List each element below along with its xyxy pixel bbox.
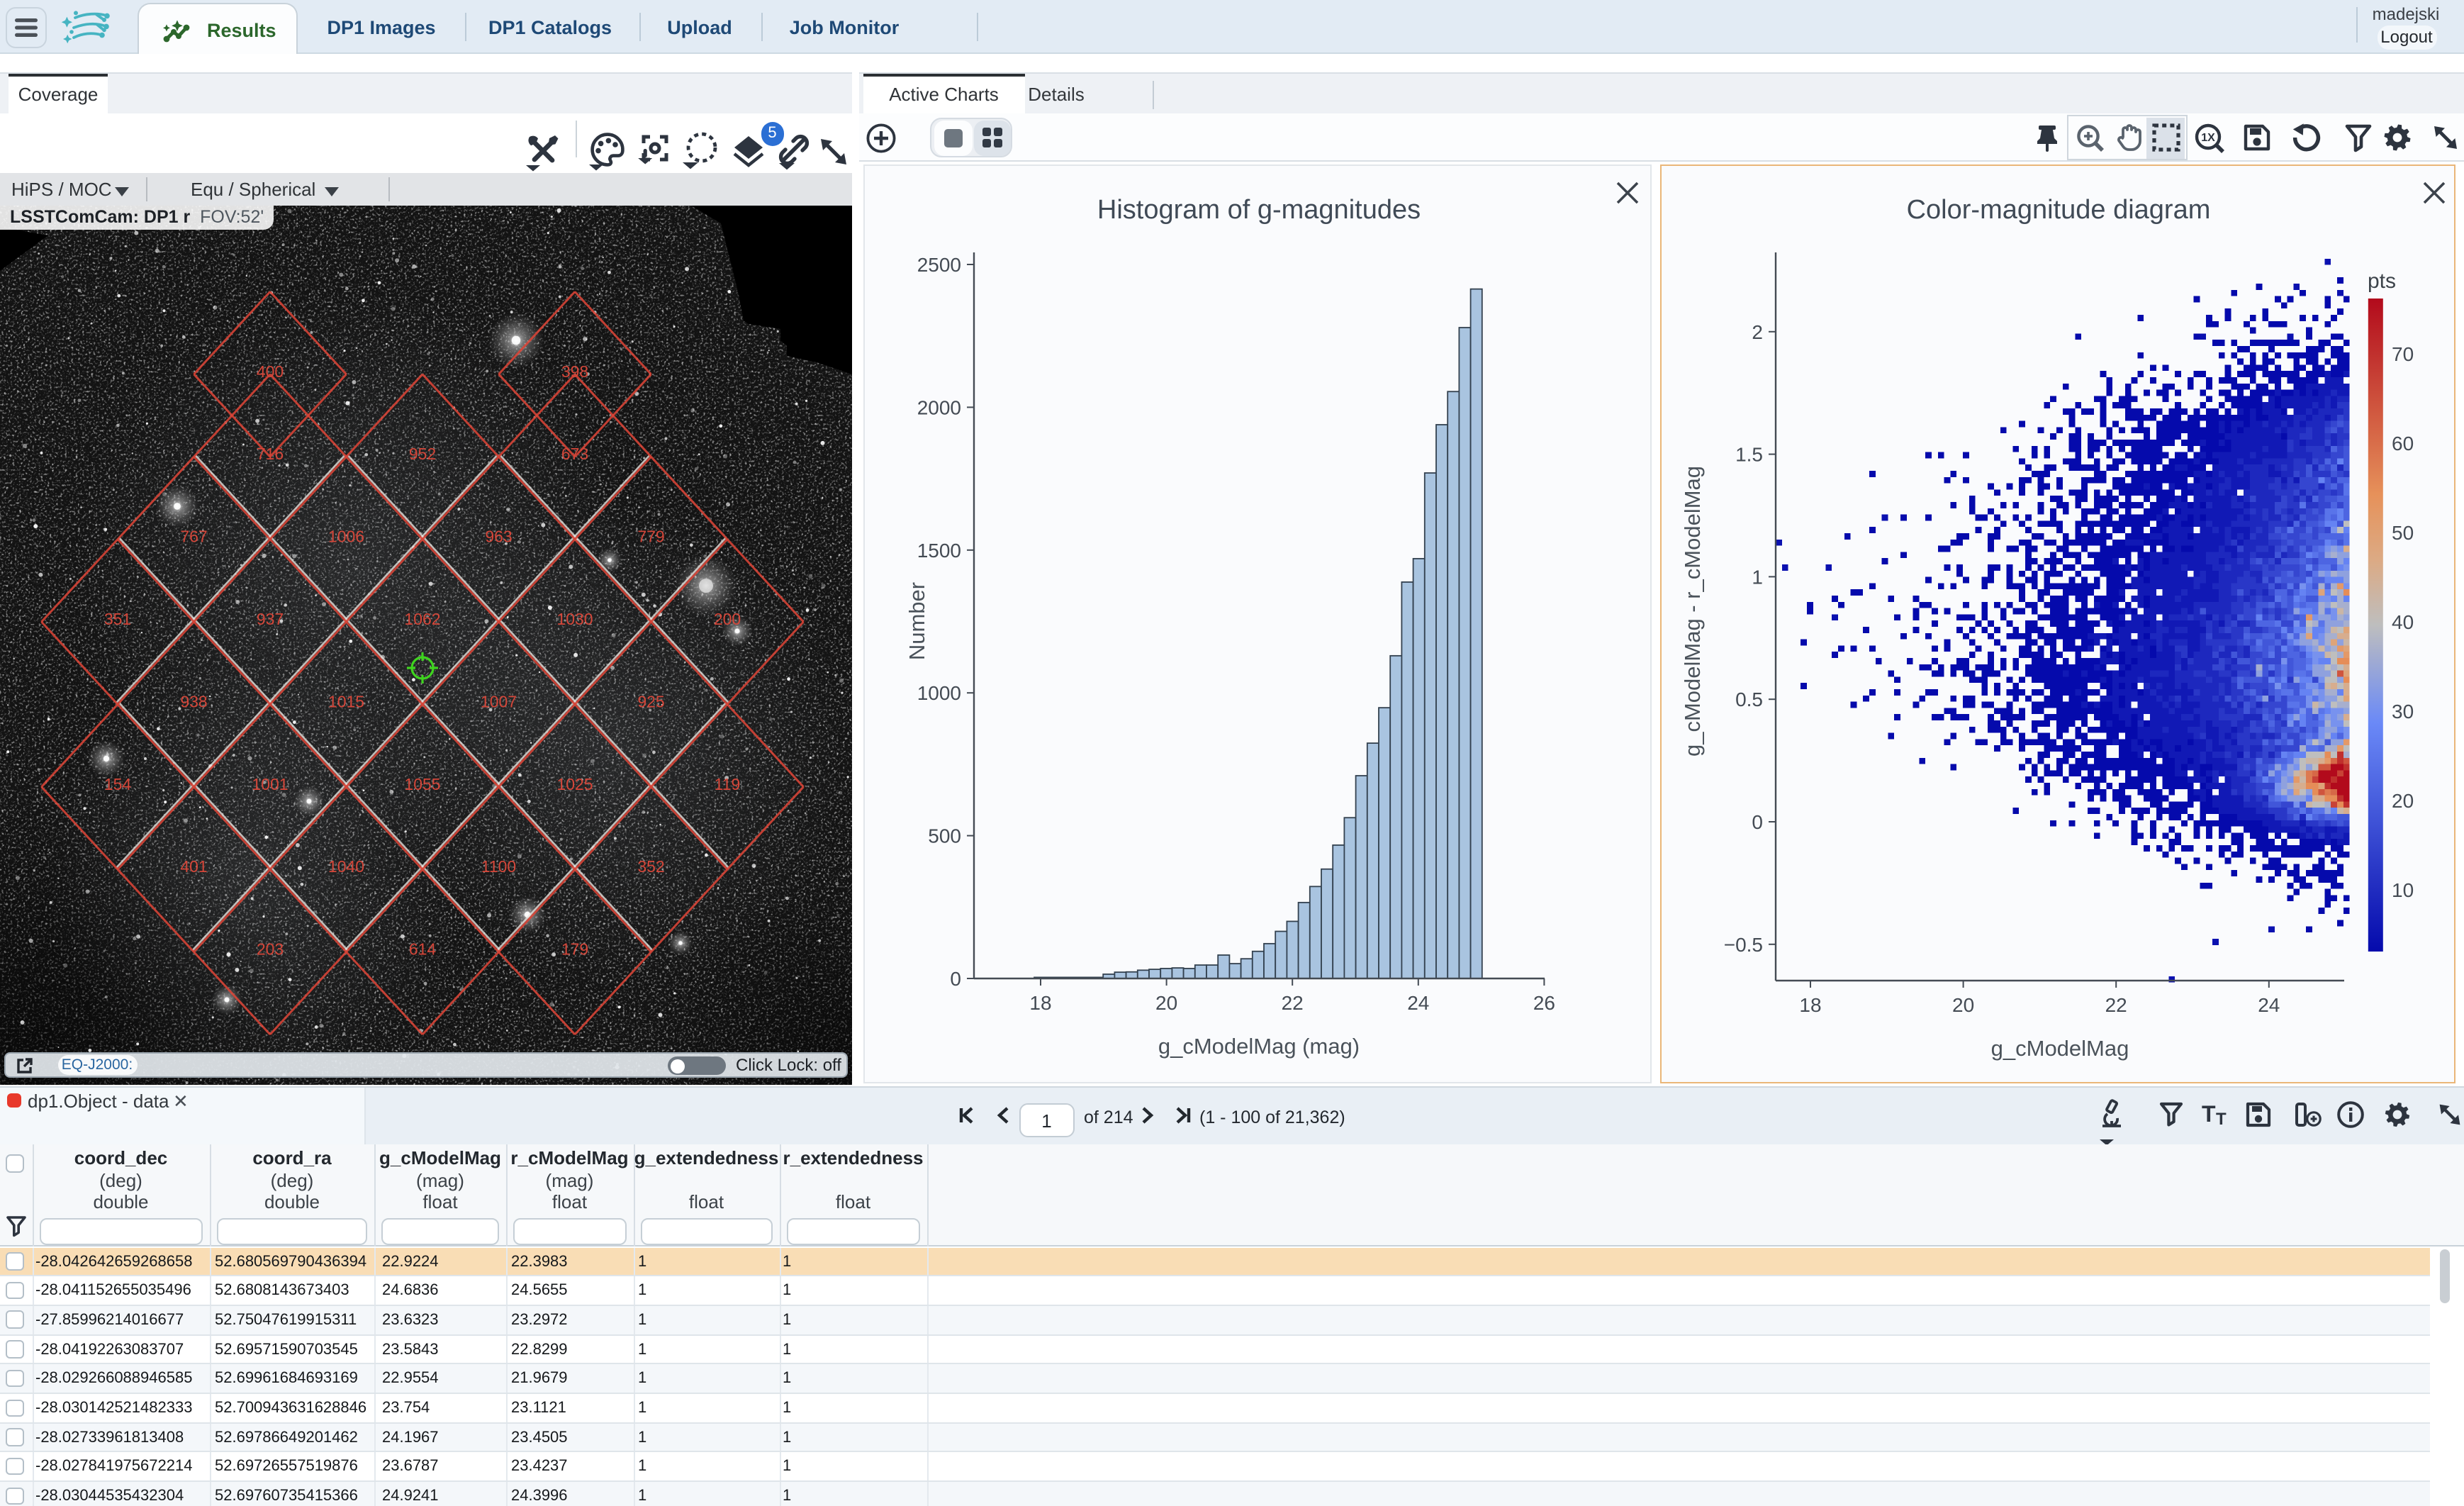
svg-text:1030: 1030 [556, 609, 593, 628]
svg-text:20: 20 [2392, 790, 2414, 812]
svg-text:500: 500 [928, 825, 961, 847]
svg-text:1025: 1025 [556, 774, 593, 793]
svg-text:18: 18 [1799, 994, 1821, 1016]
svg-text:T: T [2215, 1109, 2226, 1128]
svg-text:1015: 1015 [328, 691, 364, 710]
svg-text:10: 10 [2392, 879, 2414, 901]
svg-text:18: 18 [1029, 992, 1051, 1014]
svg-text:400: 400 [257, 362, 284, 380]
svg-text:g_cModelMag (mag): g_cModelMag (mag) [1158, 1034, 1360, 1059]
svg-text:716: 716 [257, 444, 284, 462]
svg-text:179: 179 [561, 939, 588, 958]
svg-text:26: 26 [1533, 992, 1555, 1014]
svg-text:119: 119 [715, 774, 741, 793]
svg-text:398: 398 [561, 362, 588, 380]
svg-text:22: 22 [1282, 992, 1304, 1014]
svg-text:1X: 1X [2201, 131, 2215, 143]
svg-text:401: 401 [180, 857, 207, 875]
svg-text:g_cModelMag: g_cModelMag [1991, 1036, 2129, 1061]
svg-text:24: 24 [2258, 994, 2280, 1016]
svg-text:22: 22 [2105, 994, 2127, 1016]
svg-text:1500: 1500 [917, 540, 961, 562]
svg-text:1.5: 1.5 [1735, 444, 1763, 466]
svg-text:Number: Number [905, 582, 929, 660]
svg-text:20: 20 [1155, 992, 1177, 1014]
svg-text:1062: 1062 [404, 609, 440, 628]
svg-text:925: 925 [637, 691, 664, 710]
svg-text:2500: 2500 [917, 254, 961, 276]
svg-text:1: 1 [1752, 566, 1763, 588]
svg-text:30: 30 [2392, 701, 2414, 723]
svg-text:1100: 1100 [481, 857, 516, 875]
svg-text:40: 40 [2392, 611, 2414, 633]
svg-text:1001: 1001 [252, 774, 288, 793]
svg-text:1000: 1000 [917, 682, 961, 704]
svg-text:Histogram of g-magnitudes: Histogram of g-magnitudes [1097, 195, 1421, 225]
svg-text:50: 50 [2392, 522, 2414, 544]
svg-text:952: 952 [409, 444, 436, 462]
svg-text:0.5: 0.5 [1735, 688, 1763, 710]
svg-text:1006: 1006 [328, 527, 364, 545]
svg-text:673: 673 [561, 444, 588, 462]
svg-text:1040: 1040 [328, 857, 364, 875]
svg-text:70: 70 [2392, 343, 2414, 365]
svg-text:2000: 2000 [917, 396, 961, 418]
svg-text:767: 767 [180, 527, 207, 545]
svg-text:779: 779 [637, 527, 664, 545]
svg-text:24: 24 [1407, 992, 1429, 1014]
svg-text:Color-magnitude diagram: Color-magnitude diagram [1907, 195, 2211, 225]
svg-text:154: 154 [104, 774, 132, 793]
svg-text:−0.5: −0.5 [1724, 934, 1763, 956]
svg-text:351: 351 [104, 609, 131, 628]
svg-text:614: 614 [409, 939, 437, 958]
svg-text:0: 0 [950, 968, 961, 990]
svg-text:200: 200 [714, 609, 741, 628]
svg-text:T: T [2201, 1100, 2215, 1126]
svg-text:2: 2 [1752, 321, 1763, 343]
svg-text:g_cModelMag - r_cModelMag: g_cModelMag - r_cModelMag [1680, 466, 1705, 757]
svg-text:963: 963 [485, 527, 512, 545]
svg-text:203: 203 [257, 939, 284, 958]
svg-text:937: 937 [257, 609, 284, 628]
svg-text:1007: 1007 [481, 691, 517, 710]
svg-text:pts: pts [2368, 269, 2396, 293]
svg-text:938: 938 [180, 691, 207, 710]
svg-text:20: 20 [1952, 994, 1974, 1016]
svg-text:0: 0 [1752, 811, 1763, 833]
svg-text:1055: 1055 [404, 774, 440, 793]
svg-text:352: 352 [637, 857, 664, 875]
svg-text:60: 60 [2392, 433, 2414, 454]
